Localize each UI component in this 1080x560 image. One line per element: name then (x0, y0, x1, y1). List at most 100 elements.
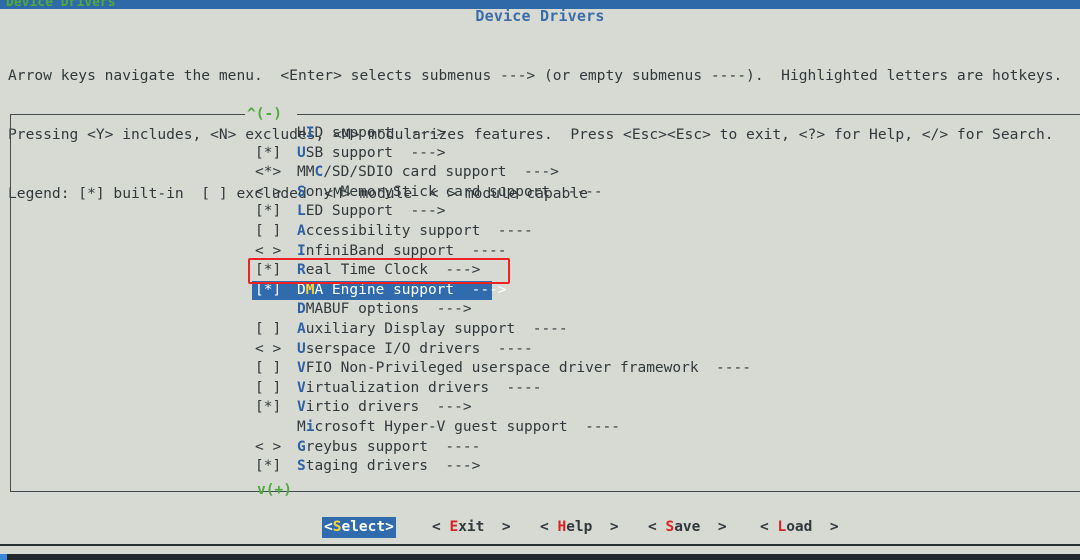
menu-item-submenu-arrow: ---> (427, 458, 481, 475)
menu-item[interactable]: [*] DMA Engine support ---> (252, 280, 1015, 301)
button-save[interactable]: < Save > (648, 517, 727, 538)
menu-list[interactable]: HID support ---> [*] USB support ---> <*> … (252, 124, 1015, 477)
button-help[interactable]: < Help > (540, 517, 619, 538)
menu-item-submenu-arrow: ---> (393, 144, 446, 161)
menu-item-state-marker[interactable]: [ ] (255, 222, 297, 242)
menu-item-label: Accessibility support (297, 222, 481, 239)
page-title: Device Drivers (475, 7, 605, 25)
menu-item-text: [*] DMA Engine support ---> (255, 282, 507, 298)
menu-item-hotkey: I (297, 242, 306, 259)
menu-item[interactable]: <*> MMC/SD/SDIO card support ---> (255, 163, 1015, 183)
help-line-1: Arrow keys navigate the menu. <Enter> se… (8, 67, 1063, 85)
menu-item-text: < > Userspace I/O drivers ---- (255, 341, 533, 357)
menu-item-label: VFIO Non-Privileged userspace driver fra… (297, 360, 699, 377)
menu-item-state-marker[interactable]: [ ] (255, 379, 297, 399)
menu-item-text: [*] USB support ---> (255, 145, 445, 161)
menu-item-label: Virtualization drivers (297, 379, 490, 396)
menu-item-label: LED Support (297, 203, 394, 220)
menu-item-label: USB support (297, 144, 394, 161)
menu-item-hotkey: R (297, 262, 306, 279)
menu-item-submenu-arrow: ---- (480, 222, 533, 239)
menu-item-state-marker[interactable]: [*] (255, 457, 297, 477)
menu-item-state-marker[interactable] (255, 300, 297, 320)
menu-item[interactable]: [*] Real Time Clock ---> (255, 261, 1015, 281)
menu-item-label: Virtio drivers (297, 399, 420, 416)
menu-item-state-marker[interactable]: [*] (255, 281, 297, 301)
menu-item-hotkey: C (314, 164, 324, 181)
button-load[interactable]: < Load > (760, 517, 839, 538)
menu-item-hotkey: U (297, 144, 306, 161)
scroll-down-indicator: v(+) (257, 482, 292, 498)
menu-item-label: Sony MemoryStick card support (297, 183, 551, 200)
menu-item-text: HID support ---> (255, 125, 445, 141)
scroll-up-indicator: ^(-) (247, 106, 282, 122)
menu-item-submenu-arrow: ---- (454, 242, 507, 259)
menu-item-text: [ ] VFIO Non-Privileged userspace driver… (255, 360, 751, 376)
bottom-status-strip (0, 554, 1080, 560)
bottom-divider (0, 544, 1080, 546)
menu-item-submenu-arrow: ---- (698, 360, 751, 377)
menu-item-hotkey: V (297, 379, 306, 396)
menu-item-hotkey: S (297, 183, 306, 200)
menu-item-submenu-arrow: ---> (427, 262, 481, 279)
menu-item-state-marker[interactable]: < > (255, 340, 297, 360)
menu-item-label: Staging drivers (297, 458, 428, 475)
menu-item-state-marker[interactable]: < > (255, 438, 297, 458)
menu-item[interactable]: [ ] Accessibility support ---- (255, 222, 1015, 242)
menu-item-state-marker[interactable]: [*] (255, 144, 297, 164)
menu-item[interactable]: [ ] Virtualization drivers ---- (255, 379, 1015, 399)
menu-item-label: MMC/SD/SDIO card support (297, 164, 507, 181)
menu-item[interactable]: HID support ---> (255, 124, 1015, 144)
menu-item-hotkey: U (297, 340, 306, 357)
menu-item[interactable]: < > InfiniBand support ---- (255, 242, 1015, 262)
menu-item-hotkey: S (297, 458, 306, 475)
menu-item-submenu-arrow: ---> (393, 203, 446, 220)
menu-item-label: Real Time Clock (297, 262, 428, 279)
button-hotkey: H (557, 519, 567, 535)
menu-item-label: HID support (297, 125, 394, 141)
menu-item-submenu-arrow: ---> (506, 164, 559, 181)
menu-item-label: Microsoft Hyper-V guest support (297, 418, 568, 435)
button-hotkey: L (777, 519, 787, 535)
menu-item-state-marker[interactable]: < > (255, 242, 297, 262)
menu-item-text: [*] Real Time Clock ---> (255, 262, 480, 278)
menu-item-text: [ ] Virtualization drivers ---- (255, 380, 541, 396)
menu-item-state-marker[interactable]: [*] (255, 202, 297, 222)
menu-item[interactable]: < > Sony MemoryStick card support ---- (255, 183, 1015, 203)
menu-item-state-marker[interactable] (255, 124, 297, 144)
menu-item-state-marker[interactable]: [*] (255, 398, 297, 418)
menu-item-state-marker[interactable]: [ ] (255, 320, 297, 340)
menu-item-hotkey: G (297, 438, 306, 455)
menu-item-state-marker[interactable] (255, 418, 297, 438)
menu-item-text: [ ] Auxiliary Display support ---- (255, 321, 568, 337)
menu-item-submenu-arrow: ---- (515, 320, 568, 337)
menu-item[interactable]: Microsoft Hyper-V guest support ---- (255, 418, 1015, 438)
menu-item-hotkey: M (305, 281, 315, 298)
menu-item-state-marker[interactable]: < > (255, 183, 297, 203)
menu-item-state-marker[interactable]: [ ] (255, 359, 297, 379)
button-select[interactable]: <Select> (322, 517, 396, 538)
menu-item-submenu-arrow: ---> (419, 399, 472, 416)
menu-item-submenu-arrow: ---- (480, 340, 533, 357)
menu-item-hotkey: A (297, 222, 306, 239)
menu-item-submenu-arrow: ---- (567, 418, 621, 435)
menu-item[interactable]: [*] Virtio drivers ---> (255, 398, 1015, 418)
menu-item[interactable]: [ ] VFIO Non-Privileged userspace driver… (255, 359, 1015, 379)
button-bar[interactable]: <Select> < Exit > < Help > < Save > < Load > (0, 517, 1080, 541)
menu-item[interactable]: [*] LED Support ---> (255, 202, 1015, 222)
menu-item[interactable]: [*] USB support ---> (255, 144, 1015, 164)
menu-item-state-marker[interactable]: <*> (255, 163, 297, 183)
menu-item-submenu-arrow: ---- (489, 379, 542, 396)
menu-item[interactable]: [ ] Auxiliary Display support ---- (255, 320, 1015, 340)
menu-item-submenu-arrow: ---- (550, 183, 603, 200)
menu-item[interactable]: [*] Staging drivers ---> (255, 457, 1015, 477)
menu-item-hotkey: V (297, 399, 306, 416)
menu-item-state-marker[interactable]: [*] (255, 261, 297, 281)
menu-item-submenu-arrow: ---> (393, 125, 446, 141)
menu-item-submenu-arrow: ---- (427, 438, 481, 455)
menu-item-label: Greybus support (297, 438, 428, 455)
menu-item[interactable]: < > Userspace I/O drivers ---- (255, 340, 1015, 360)
menu-item[interactable]: DMABUF options ---> (255, 300, 1015, 320)
menu-item[interactable]: < > Greybus support ---- (255, 438, 1015, 458)
button-exit[interactable]: < Exit > (432, 517, 511, 538)
